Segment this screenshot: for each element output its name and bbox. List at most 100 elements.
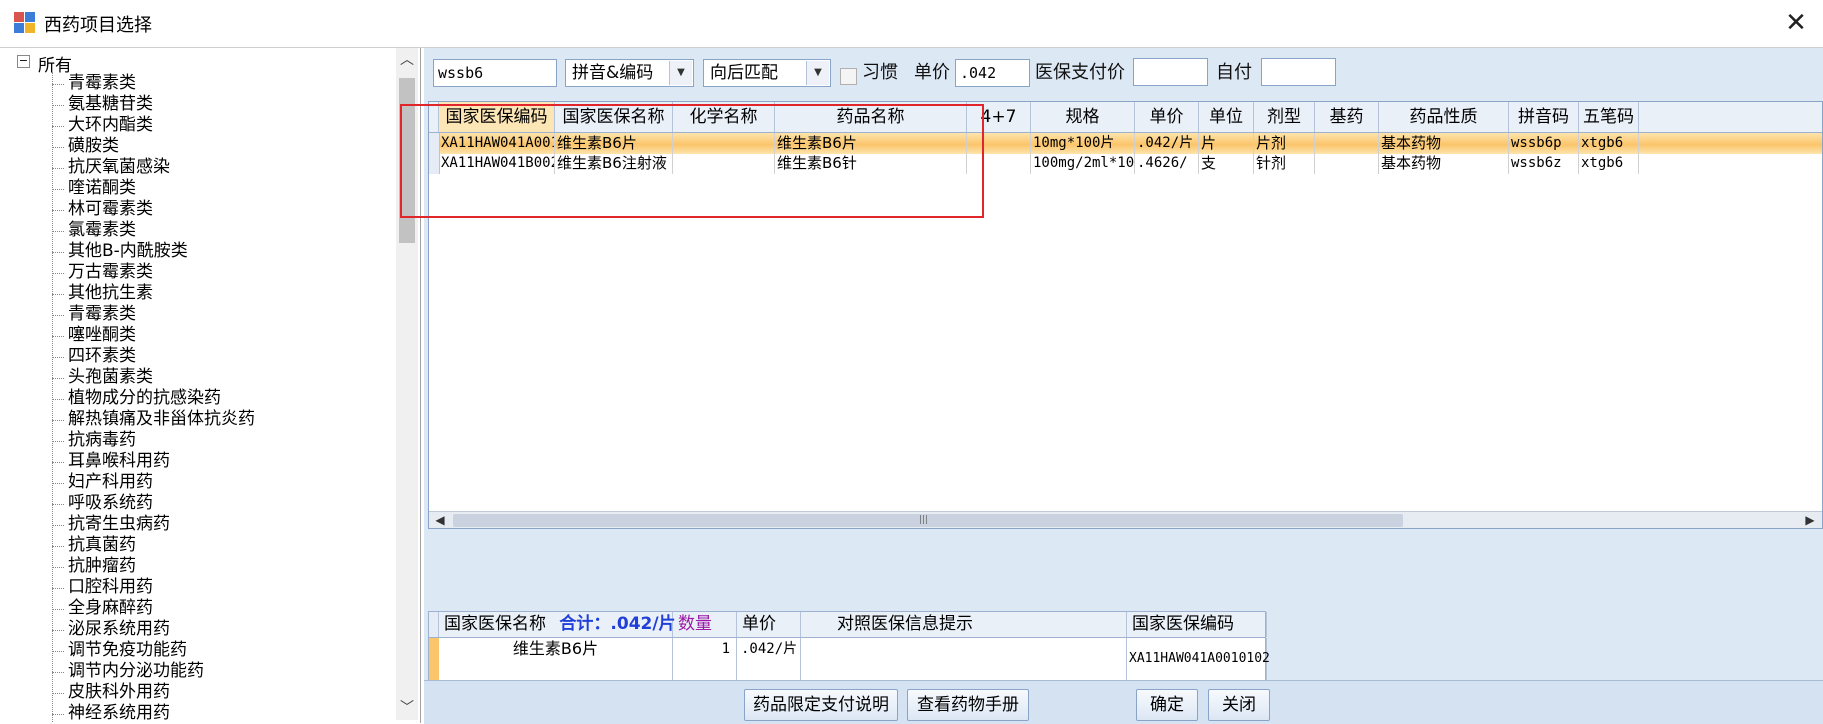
selected-items-grid: 国家医保名称 合计：.042/片 数量 单价 对照医保信息提示 国家医保编码 维… <box>428 611 1270 681</box>
tree-item[interactable]: 大环内酯类 <box>52 115 255 136</box>
tree-item[interactable]: 泌尿系统用药 <box>52 619 255 640</box>
tree-item[interactable]: 氨基糖苷类 <box>52 94 255 115</box>
tree-item[interactable]: 头孢菌素类 <box>52 367 255 388</box>
match-mode-select[interactable]: 向后匹配 ▼ <box>703 59 831 87</box>
table-cell: 100mg/2ml*10 <box>1031 153 1135 174</box>
tree-item[interactable]: 四环素类 <box>52 346 255 367</box>
selected-code: XA11HAW041A0010102 <box>1127 638 1270 680</box>
scroll-up-icon[interactable]: ︿ <box>396 50 418 70</box>
table-cell: xtgb6 <box>1579 133 1639 154</box>
highlight-annotation <box>400 104 984 218</box>
column-header[interactable]: 单价 <box>1135 102 1199 132</box>
column-header[interactable]: 规格 <box>1031 102 1135 132</box>
limit-pay-button[interactable]: 药品限定支付说明 <box>744 689 898 721</box>
price-label: 单价 <box>914 62 950 83</box>
tree-item[interactable]: 其他抗生素 <box>52 283 255 304</box>
scroll-right-icon[interactable]: ▶ <box>1801 512 1819 528</box>
tree-item[interactable]: 调节免疫功能药 <box>52 640 255 661</box>
search-mode-value: 拼音&编码 <box>572 63 654 83</box>
habit-checkbox[interactable] <box>840 68 857 85</box>
selected-grid-header: 国家医保名称 合计：.042/片 数量 单价 对照医保信息提示 国家医保编码 <box>429 612 1267 638</box>
search-toolbar: wssb6 拼音&编码 ▼ 向后匹配 ▼ 习惯 单价 .042 医保支付价 自付 <box>424 48 1823 100</box>
tree-item[interactable]: 抗病毒药 <box>52 430 255 451</box>
tree-item[interactable]: 口腔科用药 <box>52 577 255 598</box>
drug-manual-button[interactable]: 查看药物手册 <box>907 689 1029 721</box>
app-icon <box>14 12 36 34</box>
window-title: 西药项目选择 <box>44 15 152 36</box>
col-header-code: 国家医保编码 <box>1127 612 1267 637</box>
col-header-name: 国家医保名称 <box>444 614 546 634</box>
table-cell: 基本药物 <box>1379 133 1509 154</box>
grid-hscrollbar[interactable]: ◀ ||| ▶ <box>429 511 1822 528</box>
tree-item[interactable]: 抗肿瘤药 <box>52 556 255 577</box>
table-cell: 10mg*100片 <box>1031 133 1135 154</box>
tree-item[interactable]: 抗真菌药 <box>52 535 255 556</box>
tree-item[interactable]: 噻唑酮类 <box>52 325 255 346</box>
tree-item[interactable]: 呼吸系统药 <box>52 493 255 514</box>
table-cell: .042/片 <box>1135 133 1199 154</box>
tree-item[interactable]: 妇产科用药 <box>52 472 255 493</box>
tree-items: 青霉素类 氨基糖苷类 大环内酯类 磺胺类 抗厌氧菌感染 喹诺酮类 林可霉素类 氯霉素类 其他B-… <box>52 73 255 723</box>
column-header[interactable]: 单位 <box>1199 102 1254 132</box>
match-mode-value: 向后匹配 <box>710 63 778 83</box>
tree-item[interactable]: 调节内分泌功能药 <box>52 661 255 682</box>
column-header[interactable]: 拼音码 <box>1509 102 1579 132</box>
selected-row[interactable]: 维生素B6片 1 .042/片 XA11HAW041A0010102 <box>429 638 1270 680</box>
tree-item[interactable]: 喹诺酮类 <box>52 178 255 199</box>
column-header[interactable]: 基药 <box>1315 102 1379 132</box>
tree-item[interactable]: 皮肤科外用药 <box>52 682 255 703</box>
insurance-price-label: 医保支付价 <box>1035 62 1125 83</box>
tree-item[interactable]: 青霉素类 <box>52 73 255 94</box>
table-cell <box>1315 153 1379 174</box>
self-pay-input[interactable] <box>1261 58 1336 86</box>
search-input[interactable]: wssb6 <box>433 59 557 87</box>
selected-qty[interactable]: 1 <box>673 638 737 680</box>
tree-collapse-toggle[interactable]: − <box>17 55 30 68</box>
table-cell: 片 <box>1199 133 1254 154</box>
table-cell: 针剂 <box>1254 153 1315 174</box>
tree-item[interactable]: 林可霉素类 <box>52 199 255 220</box>
title-bar: 西药项目选择 ✕ <box>0 0 1823 48</box>
tree-item[interactable]: 其他B-内酰胺类 <box>52 241 255 262</box>
tree-item[interactable]: 抗寄生虫病药 <box>52 514 255 535</box>
table-cell: wssb6p <box>1509 133 1579 154</box>
table-cell: 片剂 <box>1254 133 1315 154</box>
insurance-price-input[interactable] <box>1133 58 1208 86</box>
tree-item[interactable]: 氯霉素类 <box>52 220 255 241</box>
tree-item[interactable]: 神经系统用药 <box>52 703 255 723</box>
total-label: 合计：.042/片 <box>559 614 676 634</box>
close-button[interactable]: 关闭 <box>1208 689 1270 721</box>
table-cell: xtgb6 <box>1579 153 1639 174</box>
tree-item[interactable]: 解热镇痛及非甾体抗炎药 <box>52 409 255 430</box>
habit-label: 习惯 <box>862 62 898 83</box>
column-header[interactable]: 药品性质 <box>1379 102 1509 132</box>
tree-item[interactable]: 万古霉素类 <box>52 262 255 283</box>
ok-button[interactable]: 确定 <box>1136 689 1198 721</box>
search-mode-select[interactable]: 拼音&编码 ▼ <box>565 59 694 87</box>
tree-item[interactable]: 磺胺类 <box>52 136 255 157</box>
tree-item[interactable]: 青霉素类 <box>52 304 255 325</box>
col-header-price: 单价 <box>737 612 801 637</box>
price-input[interactable]: .042 <box>955 59 1030 87</box>
tree-item[interactable]: 耳鼻喉科用药 <box>52 451 255 472</box>
column-header[interactable]: 五笔码 <box>1579 102 1639 132</box>
selected-name: 维生素B6片 <box>439 638 673 680</box>
selected-price: .042/片 <box>737 638 801 680</box>
category-tree: − 所有 青霉素类 氨基糖苷类 大环内酯类 磺胺类 抗厌氧菌感染 喹诺酮类 林可霉素类 氯霉素… <box>0 48 421 723</box>
table-cell: .4626/ <box>1135 153 1199 174</box>
column-header[interactable]: 剂型 <box>1254 102 1315 132</box>
table-cell: wssb6z <box>1509 153 1579 174</box>
table-cell: 基本药物 <box>1379 153 1509 174</box>
chevron-down-icon[interactable]: ▼ <box>806 61 829 85</box>
tree-item[interactable]: 抗厌氧菌感染 <box>52 157 255 178</box>
tree-item[interactable]: 植物成分的抗感染药 <box>52 388 255 409</box>
col-header-qty: 数量 <box>673 612 737 637</box>
tree-item[interactable]: 全身麻醉药 <box>52 598 255 619</box>
scroll-left-icon[interactable]: ◀ <box>431 512 449 528</box>
close-icon[interactable]: ✕ <box>1776 4 1816 42</box>
selected-info <box>801 638 1127 680</box>
self-pay-label: 自付 <box>1216 62 1252 83</box>
table-cell <box>1315 133 1379 154</box>
chevron-down-icon[interactable]: ▼ <box>669 61 692 85</box>
scroll-down-icon[interactable]: ﹀ <box>396 698 418 718</box>
